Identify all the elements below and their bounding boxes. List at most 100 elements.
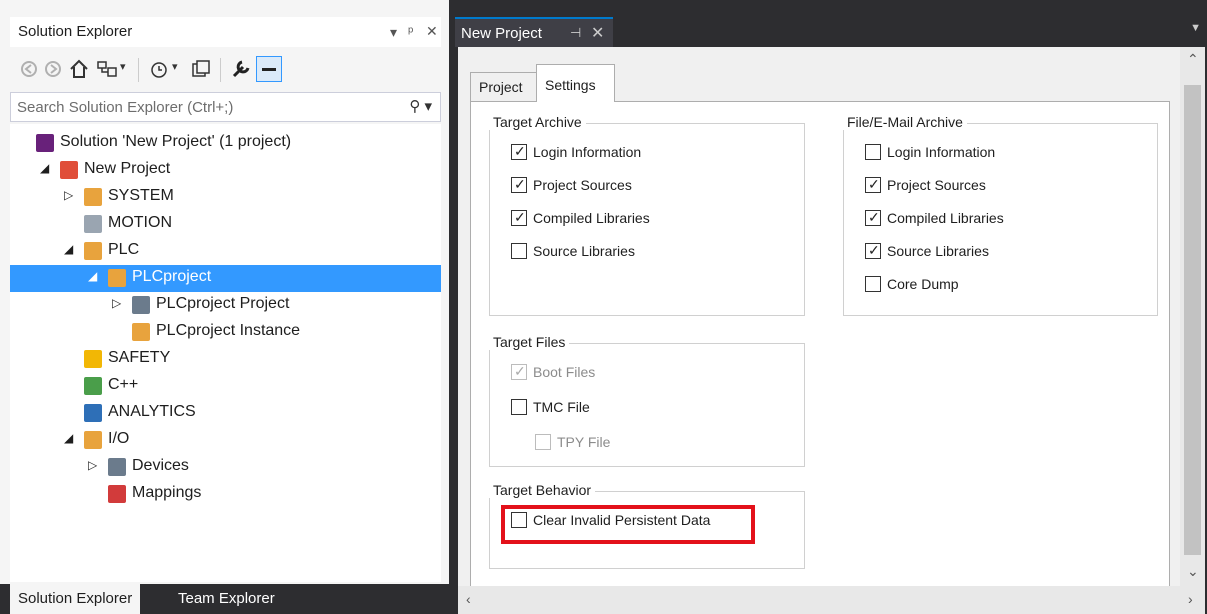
tree-item[interactable]: MOTION (10, 211, 441, 238)
safety-icon (84, 350, 102, 368)
plc-icon (84, 242, 102, 260)
scroll-left-icon[interactable]: ‹ (466, 591, 471, 607)
checkbox[interactable]: ✓ (865, 176, 881, 193)
scroll-up-icon[interactable]: ⌃ (1187, 51, 1199, 68)
check-icon: ✓ (868, 242, 880, 258)
tree-item-label: SAFETY (108, 349, 171, 366)
scrollbar-thumb[interactable] (1184, 85, 1201, 555)
check-icon: ✓ (514, 176, 526, 192)
search-box[interactable]: Search Solution Explorer (Ctrl+;) ⚲ ▾ (10, 92, 441, 122)
checkbox[interactable] (511, 243, 527, 259)
close-icon[interactable]: ✕ (426, 23, 438, 40)
tree-item[interactable]: ▷ Devices (10, 454, 441, 481)
tree-item[interactable]: C++ (10, 373, 441, 400)
group-title: File/E-Mail Archive (843, 114, 967, 130)
document-tab-title: New Project (461, 25, 542, 42)
tree-item[interactable]: ◢ New Project (10, 157, 441, 184)
pin-icon[interactable]: ᵖ (408, 23, 413, 39)
checkbox-label: Core Dump (887, 276, 959, 292)
solution-explorer-toolbar: ▾ ▾ (10, 50, 441, 90)
tab-label: Settings (545, 77, 596, 93)
panel-bottom-tabs: Solution Explorer Team Explorer (0, 584, 449, 614)
tree-item[interactable]: ◢ PLC (10, 238, 441, 265)
collapse-arrow-icon[interactable]: ◢ (88, 269, 100, 283)
scroll-down-icon[interactable]: ⌄ (1187, 563, 1199, 580)
expand-arrow-icon[interactable]: ▷ (88, 458, 100, 472)
checkbox[interactable]: ✓ (511, 176, 527, 193)
checkbox-label: Login Information (533, 144, 642, 160)
tree-item-label: Solution 'New Project' (1 project) (60, 133, 292, 150)
checkbox[interactable] (865, 144, 881, 160)
chevron-down-icon[interactable]: ▾ (120, 60, 126, 73)
tab-solution-explorer[interactable]: Solution Explorer (10, 584, 141, 614)
tree-item-label: PLC (108, 241, 140, 258)
properties-wrench-icon[interactable] (230, 58, 252, 80)
tree-item[interactable]: Solution 'New Project' (1 project) (10, 130, 441, 157)
tab-label: Project (479, 79, 523, 95)
tree-item[interactable]: ◢ I/O (10, 427, 441, 454)
tree-item[interactable]: Mappings (10, 481, 441, 508)
tree-item-label: MOTION (108, 214, 172, 231)
expand-arrow-icon[interactable]: ▷ (64, 188, 76, 202)
file-email-archive-group: File/E-Mail Archive Login Information ✓ Pr… (843, 114, 1158, 316)
collapse-arrow-icon[interactable]: ◢ (64, 242, 76, 256)
tab-team-explorer[interactable]: Team Explorer (170, 584, 283, 614)
target-files-group: Target Files ✓ Boot Files TMC File TPY File (489, 334, 805, 467)
panel-dropdown-icon[interactable]: ▾ (390, 24, 397, 41)
tab-settings[interactable]: Settings (536, 64, 615, 102)
analytics-icon (84, 404, 102, 422)
document-menu-icon[interactable]: ▼ (1190, 22, 1201, 34)
tree-item-label: SYSTEM (108, 187, 174, 204)
checkbox[interactable]: ✓ (865, 242, 881, 259)
checkbox-label: TMC File (533, 399, 590, 415)
checkbox-label: Project Sources (887, 177, 986, 193)
collapse-arrow-icon[interactable]: ◢ (64, 431, 76, 445)
vertical-scrollbar[interactable]: ⌃ ⌄ (1180, 47, 1205, 587)
checkbox[interactable]: ✓ (511, 143, 527, 160)
tree-item[interactable]: ▷ SYSTEM (10, 184, 441, 211)
cpp-icon (84, 377, 102, 395)
mappings-icon (108, 485, 126, 503)
forward-icon[interactable] (44, 60, 62, 78)
search-input[interactable]: Search Solution Explorer (Ctrl+;) (17, 99, 233, 116)
switch-views-icon[interactable] (96, 58, 118, 80)
toolbar-divider (138, 58, 139, 82)
checkbox[interactable] (511, 399, 527, 415)
group-title: Target Archive (489, 114, 586, 130)
home-icon[interactable] (68, 58, 90, 80)
close-icon[interactable]: ✕ (591, 23, 604, 43)
checkbox[interactable]: ✓ (511, 209, 527, 226)
tab-project[interactable]: Project (470, 72, 537, 102)
collapse-arrow-icon[interactable]: ◢ (40, 161, 52, 175)
collapse-all-icon[interactable] (190, 58, 212, 80)
scroll-right-icon[interactable]: › (1188, 591, 1193, 607)
checkbox[interactable] (865, 276, 881, 292)
tree-item[interactable]: ◢ PLCproject (10, 265, 441, 292)
preview-selected-items-button[interactable] (256, 56, 282, 82)
document-tab[interactable]: New Project ⊣ ✕ (455, 17, 613, 47)
devices-icon (108, 458, 126, 476)
check-icon: ✓ (514, 209, 526, 225)
tree-item-label: Devices (132, 457, 189, 474)
tree-item-label: I/O (108, 430, 130, 447)
checkbox[interactable]: ✓ (865, 209, 881, 226)
solution-explorer-titlebar: Solution Explorer ▾ ᵖ ✕ (10, 17, 441, 47)
plc-instance-icon (132, 323, 150, 341)
tree-item-label: ANALYTICS (108, 403, 196, 420)
chevron-down-icon[interactable]: ▾ (172, 60, 178, 73)
tree-item[interactable]: SAFETY (10, 346, 441, 373)
tree-item-label: C++ (108, 376, 139, 393)
pin-icon[interactable]: ⊣ (570, 25, 581, 41)
back-icon[interactable] (20, 60, 38, 78)
tree-item[interactable]: ▷ PLCproject Project (10, 292, 441, 319)
check-icon: ✓ (868, 209, 880, 225)
motion-icon (84, 215, 102, 233)
horizontal-scrollbar[interactable]: ‹ › (458, 586, 1205, 614)
expand-arrow-icon[interactable]: ▷ (112, 296, 124, 310)
tree-item[interactable]: ANALYTICS (10, 400, 441, 427)
search-icon[interactable]: ⚲ ▾ (409, 97, 432, 115)
plc-project-icon (132, 296, 150, 314)
pending-changes-icon[interactable] (148, 58, 170, 80)
solution-tree: Solution 'New Project' (1 project) ◢ New P… (10, 124, 441, 582)
tree-item[interactable]: PLCproject Instance (10, 319, 441, 346)
